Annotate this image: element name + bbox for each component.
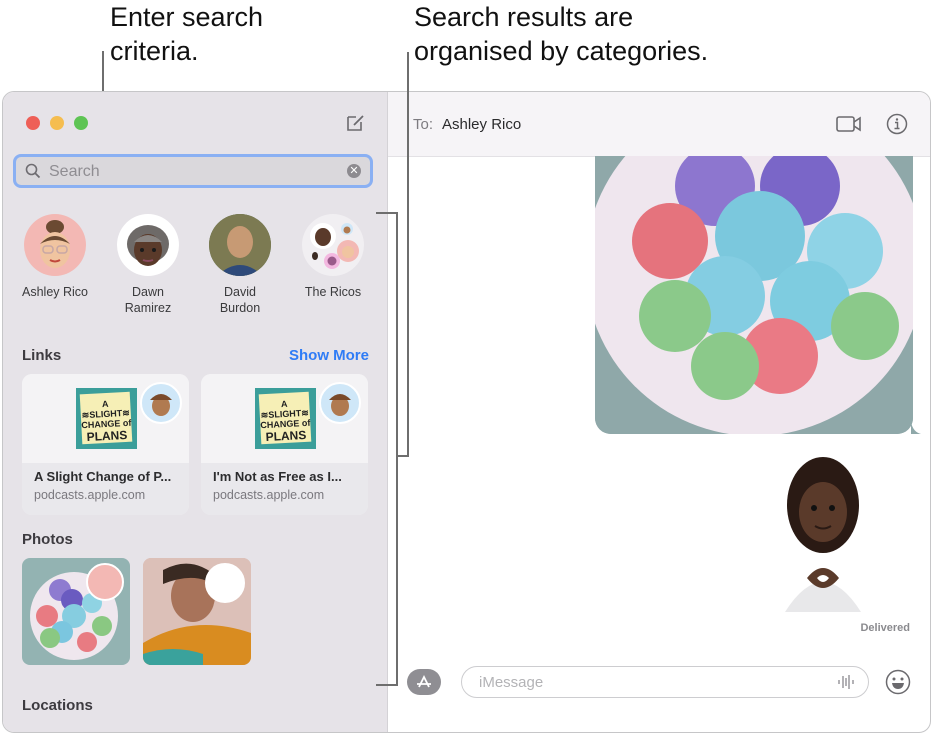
show-more-link[interactable]: Show More (289, 347, 369, 364)
podcast-artwork-text: A ≋SLIGHT≋ CHANGE of PLANS (258, 391, 312, 445)
contact-name-line: David (224, 285, 256, 299)
contact-david-burdon[interactable]: David Burdon (195, 214, 285, 316)
zoom-button[interactable] (74, 116, 88, 130)
sender-avatar (140, 382, 182, 424)
memoji-sticker[interactable] (775, 450, 871, 612)
link-url: podcasts.apple.com (34, 488, 146, 502)
callout-bracket-vertical (396, 212, 398, 686)
art-line: PLANS (86, 427, 128, 445)
conversation-header: To: Ashley Rico (388, 92, 930, 157)
bubble-tail (911, 422, 921, 434)
to-label: To: (413, 116, 434, 133)
compose-button[interactable] (345, 113, 365, 133)
macarons-photo (595, 156, 913, 434)
contact-name: David Burdon (195, 284, 285, 316)
link-preview: A ≋SLIGHT≋ CHANGE of PLANS (201, 374, 368, 463)
contact-ashley-rico[interactable]: Ashley Rico (10, 214, 100, 300)
info-icon[interactable] (886, 113, 908, 135)
audio-waveform-icon[interactable] (836, 672, 856, 692)
message-photo-macarons[interactable] (595, 156, 913, 434)
art-line: A ≋SLIGHT≋ (260, 398, 310, 421)
photos-section-title: Photos (22, 531, 73, 548)
podcast-artwork: A ≋SLIGHT≋ CHANGE of PLANS (255, 388, 316, 449)
delivery-status: Delivered (860, 622, 910, 634)
recipient-name[interactable]: Ashley Rico (442, 116, 521, 133)
art-line: PLANS (265, 427, 307, 445)
callout-line: criteria. (110, 36, 199, 66)
contact-name: The Ricos (288, 284, 378, 300)
app-store-icon (417, 674, 431, 688)
search-field[interactable]: Search ✕ (13, 154, 373, 188)
contact-dawn-ramirez[interactable]: Dawn Ramirez (103, 214, 193, 316)
compose-icon (347, 115, 364, 131)
podcast-artwork-text: A ≋SLIGHT≋ CHANGE of PLANS (79, 391, 133, 445)
sidebar: Search ✕ Ashley Rico Dawn Ramirez David … (3, 92, 388, 732)
podcast-artwork: A ≋SLIGHT≋ CHANGE of PLANS (76, 388, 137, 449)
contact-name: Dawn Ramirez (103, 284, 193, 316)
contact-the-ricos[interactable]: The Ricos (288, 214, 378, 300)
avatar (24, 214, 86, 276)
contact-name-line: Ashley Rico (22, 285, 88, 299)
search-placeholder: Search (49, 163, 100, 180)
photo-avatar (209, 214, 271, 276)
photo-macarons[interactable] (22, 558, 130, 665)
memoji-icon (40, 220, 70, 268)
avatar (117, 214, 179, 276)
link-preview: A ≋SLIGHT≋ CHANGE of PLANS (22, 374, 189, 463)
link-title: A Slight Change of P... (34, 469, 172, 484)
group-memoji-icon (310, 223, 359, 269)
callout-search-criteria: Enter search criteria. (110, 0, 263, 68)
callout-leader-right (407, 52, 409, 456)
contact-name: Ashley Rico (10, 284, 100, 300)
sender-avatar (205, 563, 245, 603)
callout-search-results: Search results are organised by categori… (414, 0, 708, 68)
memoji-icon (127, 225, 169, 266)
magnifier-icon (25, 163, 41, 179)
callout-bracket-join (396, 455, 409, 457)
group-avatar (302, 214, 364, 276)
close-button[interactable] (26, 116, 40, 130)
message-placeholder: iMessage (479, 674, 544, 691)
callout-bracket-bottom (376, 684, 398, 686)
callout-bracket-top (376, 212, 398, 214)
memoji-heart-hands (785, 457, 861, 612)
art-line: A ≋SLIGHT≋ (81, 398, 131, 421)
sender-avatar (319, 382, 361, 424)
link-card[interactable]: A ≋SLIGHT≋ CHANGE of PLANS I'm Not as Fr… (201, 374, 368, 515)
link-url: podcasts.apple.com (213, 488, 325, 502)
link-info: I'm Not as Free as I... podcasts.apple.c… (201, 463, 368, 515)
messages-window: Search ✕ Ashley Rico Dawn Ramirez David … (2, 91, 931, 733)
contact-name-line: The Ricos (304, 285, 362, 299)
callout-line: Enter search (110, 2, 264, 32)
callout-line: Search results are (414, 2, 634, 32)
links-section-title: Links (22, 347, 62, 364)
avatar (209, 214, 271, 276)
contact-name-line: Ramirez (124, 301, 172, 315)
apps-button[interactable] (407, 669, 441, 695)
link-card[interactable]: A ≋SLIGHT≋ CHANGE of PLANS A Slight Chan… (22, 374, 189, 515)
contact-name-line: Dawn (132, 285, 164, 299)
locations-section-title: Locations (22, 697, 93, 714)
minimize-button[interactable] (50, 116, 64, 130)
callout-line: organised by categories. (414, 36, 709, 66)
link-info: A Slight Change of P... podcasts.apple.c… (22, 463, 189, 515)
link-title: I'm Not as Free as I... (213, 469, 342, 484)
clear-icon[interactable]: ✕ (347, 164, 361, 178)
emoji-icon[interactable] (885, 669, 911, 695)
photo-portrait[interactable] (143, 558, 251, 665)
facetime-video-icon[interactable] (836, 114, 862, 134)
sender-avatar (86, 563, 124, 601)
message-input[interactable]: iMessage (461, 666, 869, 698)
contact-name-line: Burdon (219, 301, 261, 315)
